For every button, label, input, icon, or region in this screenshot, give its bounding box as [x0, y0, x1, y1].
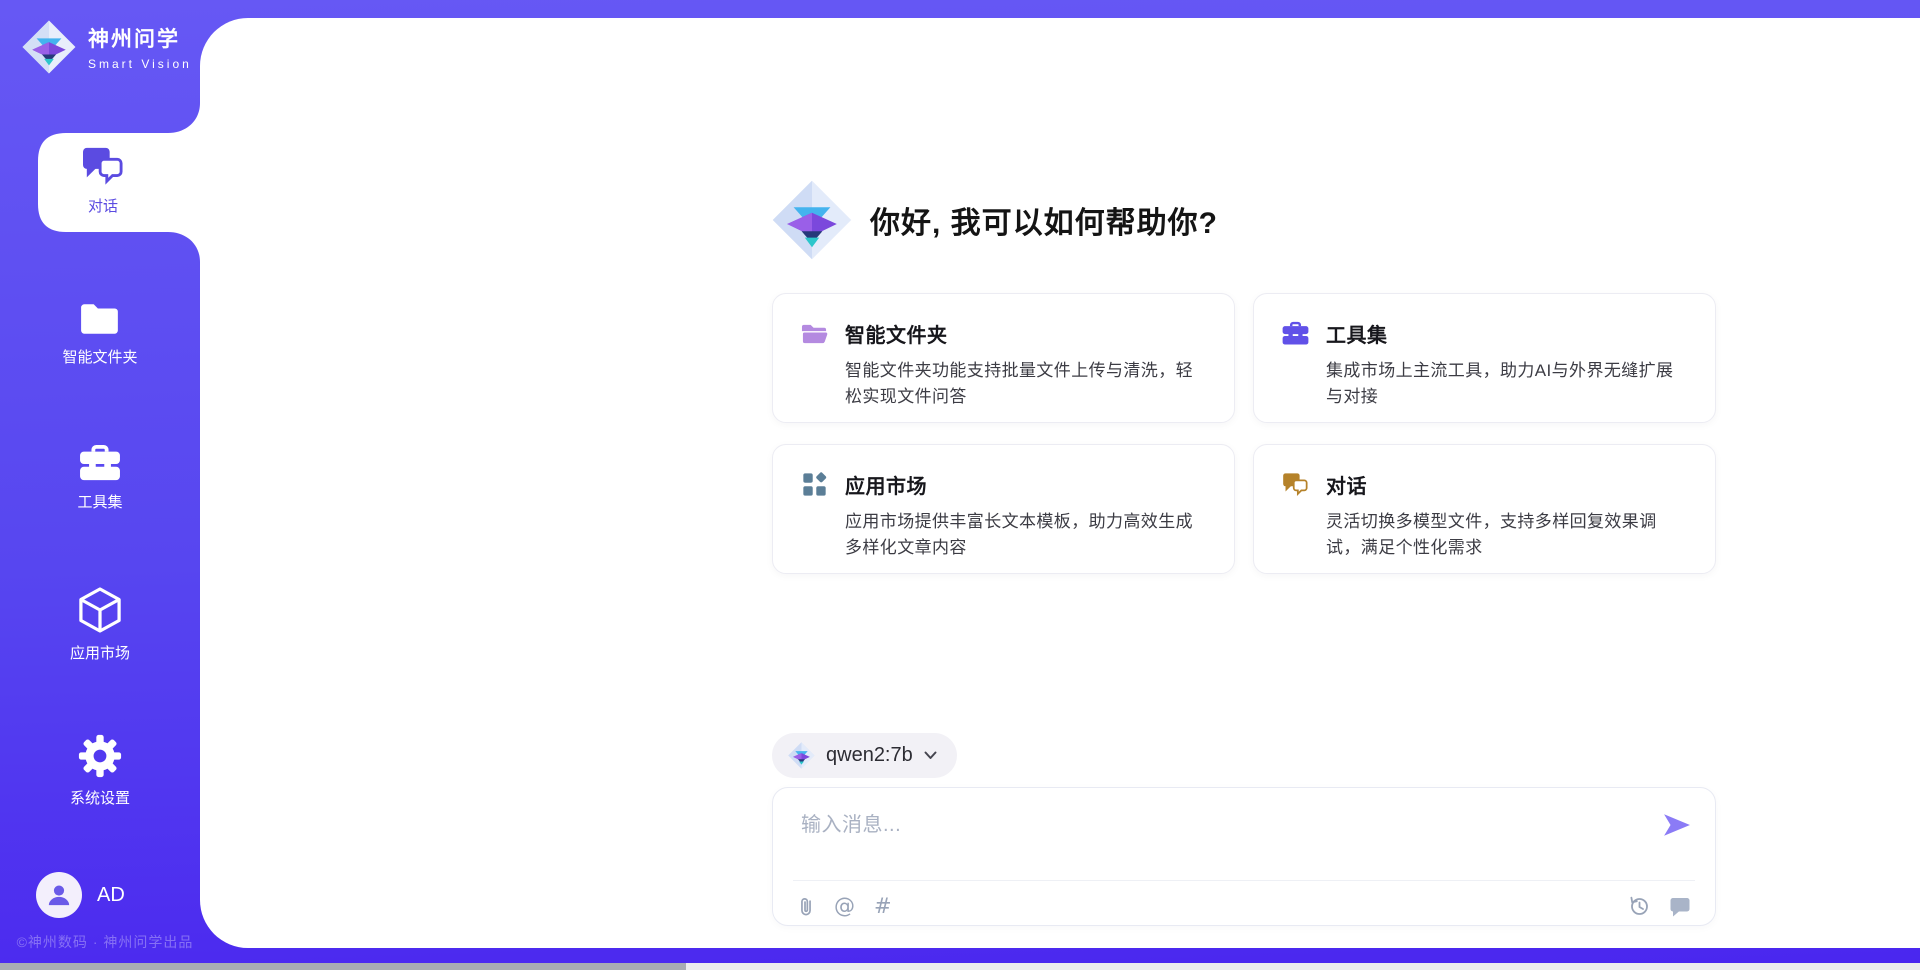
history-icon	[1628, 895, 1650, 917]
card-description: 应用市场提供丰富长文本模板，助力高效生成多样化文章内容	[845, 509, 1206, 561]
history-button[interactable]	[1628, 895, 1650, 917]
model-logo-icon	[788, 742, 815, 769]
attach-file-button[interactable]	[797, 895, 815, 918]
composer-tools-right	[1628, 895, 1691, 917]
sidebar-item-settings[interactable]: 系统设置	[0, 734, 200, 808]
greeting: 你好, 我可以如何帮助你?	[772, 178, 1218, 262]
person-icon	[45, 881, 73, 909]
chat-icon	[1282, 472, 1309, 497]
horizontal-scrollbar[interactable]	[0, 963, 1920, 970]
sidebar-item-label: 智能文件夹	[62, 346, 137, 367]
greeting-text: 你好, 我可以如何帮助你?	[870, 198, 1218, 242]
message-composer: @ #	[772, 787, 1716, 926]
sidebar-item-toolset[interactable]: 工具集	[0, 444, 200, 512]
sidebar-item-smart-folder[interactable]: 智能文件夹	[0, 301, 200, 367]
card-chat[interactable]: 对话 灵活切换多模型文件，支持多样回复效果调试，满足个性化需求	[1253, 444, 1716, 574]
feedback-bubble-icon	[1669, 896, 1691, 917]
paperclip-icon	[797, 895, 815, 918]
card-description: 灵活切换多模型文件，支持多样回复效果调试，满足个性化需求	[1326, 509, 1687, 561]
toolbox-icon	[1282, 321, 1309, 346]
card-description: 智能文件夹功能支持批量文件上传与清洗，轻松实现文件问答	[845, 358, 1206, 410]
copyright-footer: ©神州数码 · 神州问学出品	[0, 932, 210, 952]
chat-icon	[81, 146, 125, 186]
send-button[interactable]	[1663, 812, 1691, 838]
sidebar-item-chat[interactable]: 对话	[38, 146, 168, 216]
feature-cards: 智能文件夹 智能文件夹功能支持批量文件上传与清洗，轻松实现文件问答 工具集 集成…	[772, 293, 1716, 574]
brand-subtitle: Smart Vision	[88, 57, 192, 71]
gear-icon	[78, 734, 122, 778]
model-selector[interactable]: qwen2:7b	[772, 733, 957, 778]
brand-diamond-icon	[772, 180, 852, 260]
card-title: 应用市场	[845, 470, 927, 499]
main-content-panel: 你好, 我可以如何帮助你? 智能文件夹 智能文件夹功能支持批量文件上传与清洗，轻…	[200, 18, 1920, 948]
cube-icon	[79, 587, 121, 633]
card-toolset[interactable]: 工具集 集成市场上主流工具，助力AI与外界无缝扩展与对接	[1253, 293, 1716, 423]
card-title: 工具集	[1326, 319, 1388, 348]
topic-icon: #	[874, 895, 892, 917]
brand-text: 神州问学 Smart Vision	[88, 23, 192, 71]
mention-button[interactable]: @	[834, 895, 855, 917]
chevron-down-icon	[924, 751, 937, 760]
send-icon	[1663, 812, 1691, 838]
card-title: 对话	[1326, 470, 1367, 499]
sidebar: 神州问学 Smart Vision 对话 智能文件夹 工具集	[0, 0, 200, 970]
sidebar-item-label: 应用市场	[70, 642, 130, 663]
avatar[interactable]	[36, 872, 82, 918]
user-name: AD	[97, 884, 125, 907]
model-name: qwen2:7b	[826, 744, 913, 767]
folder-icon	[79, 301, 121, 337]
brand-logo-icon	[22, 20, 76, 74]
sidebar-item-label: 系统设置	[70, 787, 130, 808]
composer-tools-left: @ #	[797, 895, 892, 918]
feedback-button[interactable]	[1669, 896, 1691, 917]
card-description: 集成市场上主流工具，助力AI与外界无缝扩展与对接	[1326, 358, 1687, 410]
mention-icon: @	[834, 895, 855, 917]
sidebar-item-app-market[interactable]: 应用市场	[0, 587, 200, 663]
card-title: 智能文件夹	[845, 319, 948, 348]
composer-divider	[793, 880, 1695, 881]
topic-button[interactable]: #	[874, 895, 892, 917]
sidebar-item-label: 工具集	[77, 491, 122, 512]
composer-toolbar: @ #	[797, 889, 1691, 923]
folder-icon	[801, 321, 828, 346]
card-smart-folder[interactable]: 智能文件夹 智能文件夹功能支持批量文件上传与清洗，轻松实现文件问答	[772, 293, 1235, 423]
card-app-market[interactable]: 应用市场 应用市场提供丰富长文本模板，助力高效生成多样化文章内容	[772, 444, 1235, 574]
sidebar-item-label: 对话	[88, 195, 118, 216]
grid-icon	[801, 472, 828, 497]
toolbox-icon	[79, 444, 121, 482]
brand: 神州问学 Smart Vision	[22, 20, 192, 74]
scrollbar-thumb[interactable]	[0, 963, 686, 970]
user-profile[interactable]: AD	[36, 872, 125, 918]
brand-name: 神州问学	[88, 23, 192, 53]
message-input[interactable]	[799, 806, 1643, 872]
